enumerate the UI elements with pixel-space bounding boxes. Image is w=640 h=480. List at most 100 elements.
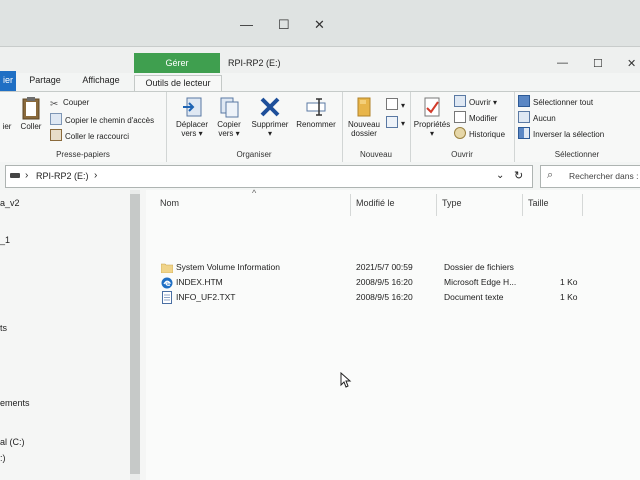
background-maximize-button[interactable]: ☐ xyxy=(278,17,290,33)
paste-shortcut-button[interactable]: Coller le raccourci xyxy=(50,129,129,141)
background-window: — ☐ ✕ xyxy=(0,0,640,49)
search-icon: ⌕ xyxy=(547,169,554,181)
column-header-type[interactable]: Type xyxy=(442,198,462,208)
new-item-button[interactable]: ▾ xyxy=(386,98,405,110)
properties-button[interactable]: Propriétés ▾ xyxy=(412,96,452,138)
new-folder-button[interactable]: Nouveau dossier xyxy=(344,96,384,138)
nav-item-3[interactable]: ts xyxy=(0,323,7,333)
nav-item-4[interactable]: ements xyxy=(0,398,30,408)
file-type: Dossier de fichiers xyxy=(444,262,514,272)
move-to-label-line2: vers xyxy=(181,129,197,138)
copy-path-icon xyxy=(50,113,62,125)
rename-button[interactable]: Renommer xyxy=(294,96,338,129)
file-name[interactable]: INDEX.HTM xyxy=(176,277,223,287)
address-row: › RPI-RP2 (E:) › ⌄ ↻ ⌕ Rechercher dans : xyxy=(0,162,640,190)
delete-label: Supprimer xyxy=(251,120,289,129)
maximize-button[interactable]: ☐ xyxy=(593,57,603,70)
pin-button[interactable]: ier xyxy=(0,122,14,131)
tab-manage[interactable]: Gérer xyxy=(134,53,220,73)
copy-path-label: Copier le chemin d'accès xyxy=(65,116,155,125)
address-bar[interactable]: › RPI-RP2 (E:) › ⌄ ↻ xyxy=(5,165,533,188)
delete-button[interactable]: Supprimer ▾ xyxy=(248,96,292,138)
easy-access-button[interactable]: ▾ xyxy=(386,116,405,128)
sort-arrow-icon: ^ xyxy=(252,188,257,198)
nav-item-1[interactable]: a_v2 xyxy=(0,198,20,208)
tab-file[interactable]: ier xyxy=(0,71,16,91)
file-size: 1 Ko xyxy=(560,277,578,287)
drive-icon xyxy=(10,173,20,178)
select-group: Sélectionner tout Aucun Inverser la séle… xyxy=(514,92,640,162)
select-none-label: Aucun xyxy=(533,114,556,123)
folder-icon xyxy=(161,263,173,273)
open-button[interactable]: Ouvrir ▾ xyxy=(454,95,497,107)
background-minimize-button[interactable]: — xyxy=(240,17,253,32)
select-all-button[interactable]: Sélectionner tout xyxy=(518,95,593,107)
select-none-button[interactable]: Aucun xyxy=(518,111,556,123)
cut-label: Couper xyxy=(63,98,90,107)
column-header-modified[interactable]: Modifié le xyxy=(356,198,395,208)
text-file-icon xyxy=(162,291,172,304)
copy-to-button[interactable]: Copier vers ▾ xyxy=(212,96,246,138)
close-button[interactable]: ✕ xyxy=(627,57,636,70)
tab-drive-tools[interactable]: Outils de lecteur xyxy=(134,75,222,92)
search-placeholder: Rechercher dans : xyxy=(569,171,639,181)
address-history-dropdown[interactable]: ⌄ xyxy=(496,170,504,181)
nav-item-local-disk[interactable]: al (C:) xyxy=(0,437,25,447)
tab-share[interactable]: Partage xyxy=(22,71,68,91)
column-divider[interactable] xyxy=(522,194,523,216)
title-bar[interactable]: RPI-RP2 (E:) — ☐ ✕ xyxy=(0,47,640,73)
file-size: 1 Ko xyxy=(560,292,578,302)
nav-item-6[interactable]: :) xyxy=(0,453,6,463)
move-to-button[interactable]: Déplacer vers ▾ xyxy=(172,96,212,138)
paste-shortcut-label: Coller le raccourci xyxy=(65,132,130,141)
search-box[interactable]: ⌕ Rechercher dans : xyxy=(540,165,640,188)
minimize-button[interactable]: — xyxy=(557,57,568,69)
file-row[interactable]: INFO_UF2.TXT 2008/9/5 16:20 Document tex… xyxy=(158,291,638,305)
history-icon xyxy=(454,127,466,139)
file-modified: 2008/9/5 16:20 xyxy=(356,277,413,287)
invert-selection-button[interactable]: Inverser la sélection xyxy=(518,127,604,139)
column-divider[interactable] xyxy=(350,194,351,216)
copy-path-button[interactable]: Copier le chemin d'accès xyxy=(50,113,154,125)
copy-to-label-line1: Copier xyxy=(217,120,241,129)
file-name[interactable]: INFO_UF2.TXT xyxy=(176,292,236,302)
edit-label: Modifier xyxy=(469,114,498,123)
select-all-label: Sélectionner tout xyxy=(533,98,594,107)
new-folder-icon xyxy=(357,97,371,117)
nav-item-2[interactable]: _1 xyxy=(0,235,10,245)
paste-button[interactable]: Coller xyxy=(16,96,46,131)
file-name[interactable]: System Volume Information xyxy=(176,262,280,272)
column-header-name[interactable]: Nom xyxy=(160,198,179,208)
invert-selection-icon xyxy=(518,127,530,139)
rename-icon xyxy=(306,98,326,116)
column-divider[interactable] xyxy=(436,194,437,216)
column-header-size[interactable]: Taille xyxy=(528,198,549,208)
address-path[interactable]: RPI-RP2 (E:) xyxy=(36,171,89,181)
rename-label: Renommer xyxy=(296,120,336,129)
move-to-label-line1: Déplacer xyxy=(175,120,208,129)
file-row[interactable]: INDEX.HTM 2008/9/5 16:20 Microsoft Edge … xyxy=(158,276,638,290)
breadcrumb-chevron-icon[interactable]: › xyxy=(94,170,97,181)
copy-to-icon xyxy=(220,97,239,118)
cut-button[interactable]: ✂ Couper xyxy=(50,97,90,110)
copy-to-label-line2: vers xyxy=(218,129,234,138)
background-close-button[interactable]: ✕ xyxy=(314,17,325,33)
edit-pencil-icon xyxy=(454,111,466,123)
file-modified: 2021/5/7 00:59 xyxy=(356,262,413,272)
history-button[interactable]: Historique xyxy=(454,127,505,139)
select-all-icon xyxy=(518,95,530,107)
file-type: Microsoft Edge H... xyxy=(444,277,517,287)
refresh-icon[interactable]: ↻ xyxy=(514,169,523,182)
nav-scrollbar[interactable] xyxy=(130,190,140,480)
nav-scroll-thumb[interactable] xyxy=(130,194,140,474)
ribbon: ier Coller ✂ Couper Copier le chemin d'ac… xyxy=(0,91,640,163)
tab-view[interactable]: Affichage xyxy=(76,71,126,91)
file-row[interactable]: System Volume Information 2021/5/7 00:59… xyxy=(158,261,638,275)
edit-button[interactable]: Modifier xyxy=(454,111,497,123)
open-group-label: Ouvrir xyxy=(451,150,473,159)
column-divider[interactable] xyxy=(582,194,583,216)
scissors-icon: ✂ xyxy=(50,99,59,110)
breadcrumb-separator-icon: › xyxy=(25,170,29,181)
clipboard-group-label: Presse-papiers xyxy=(56,150,110,159)
properties-label: Propriétés xyxy=(413,120,451,129)
